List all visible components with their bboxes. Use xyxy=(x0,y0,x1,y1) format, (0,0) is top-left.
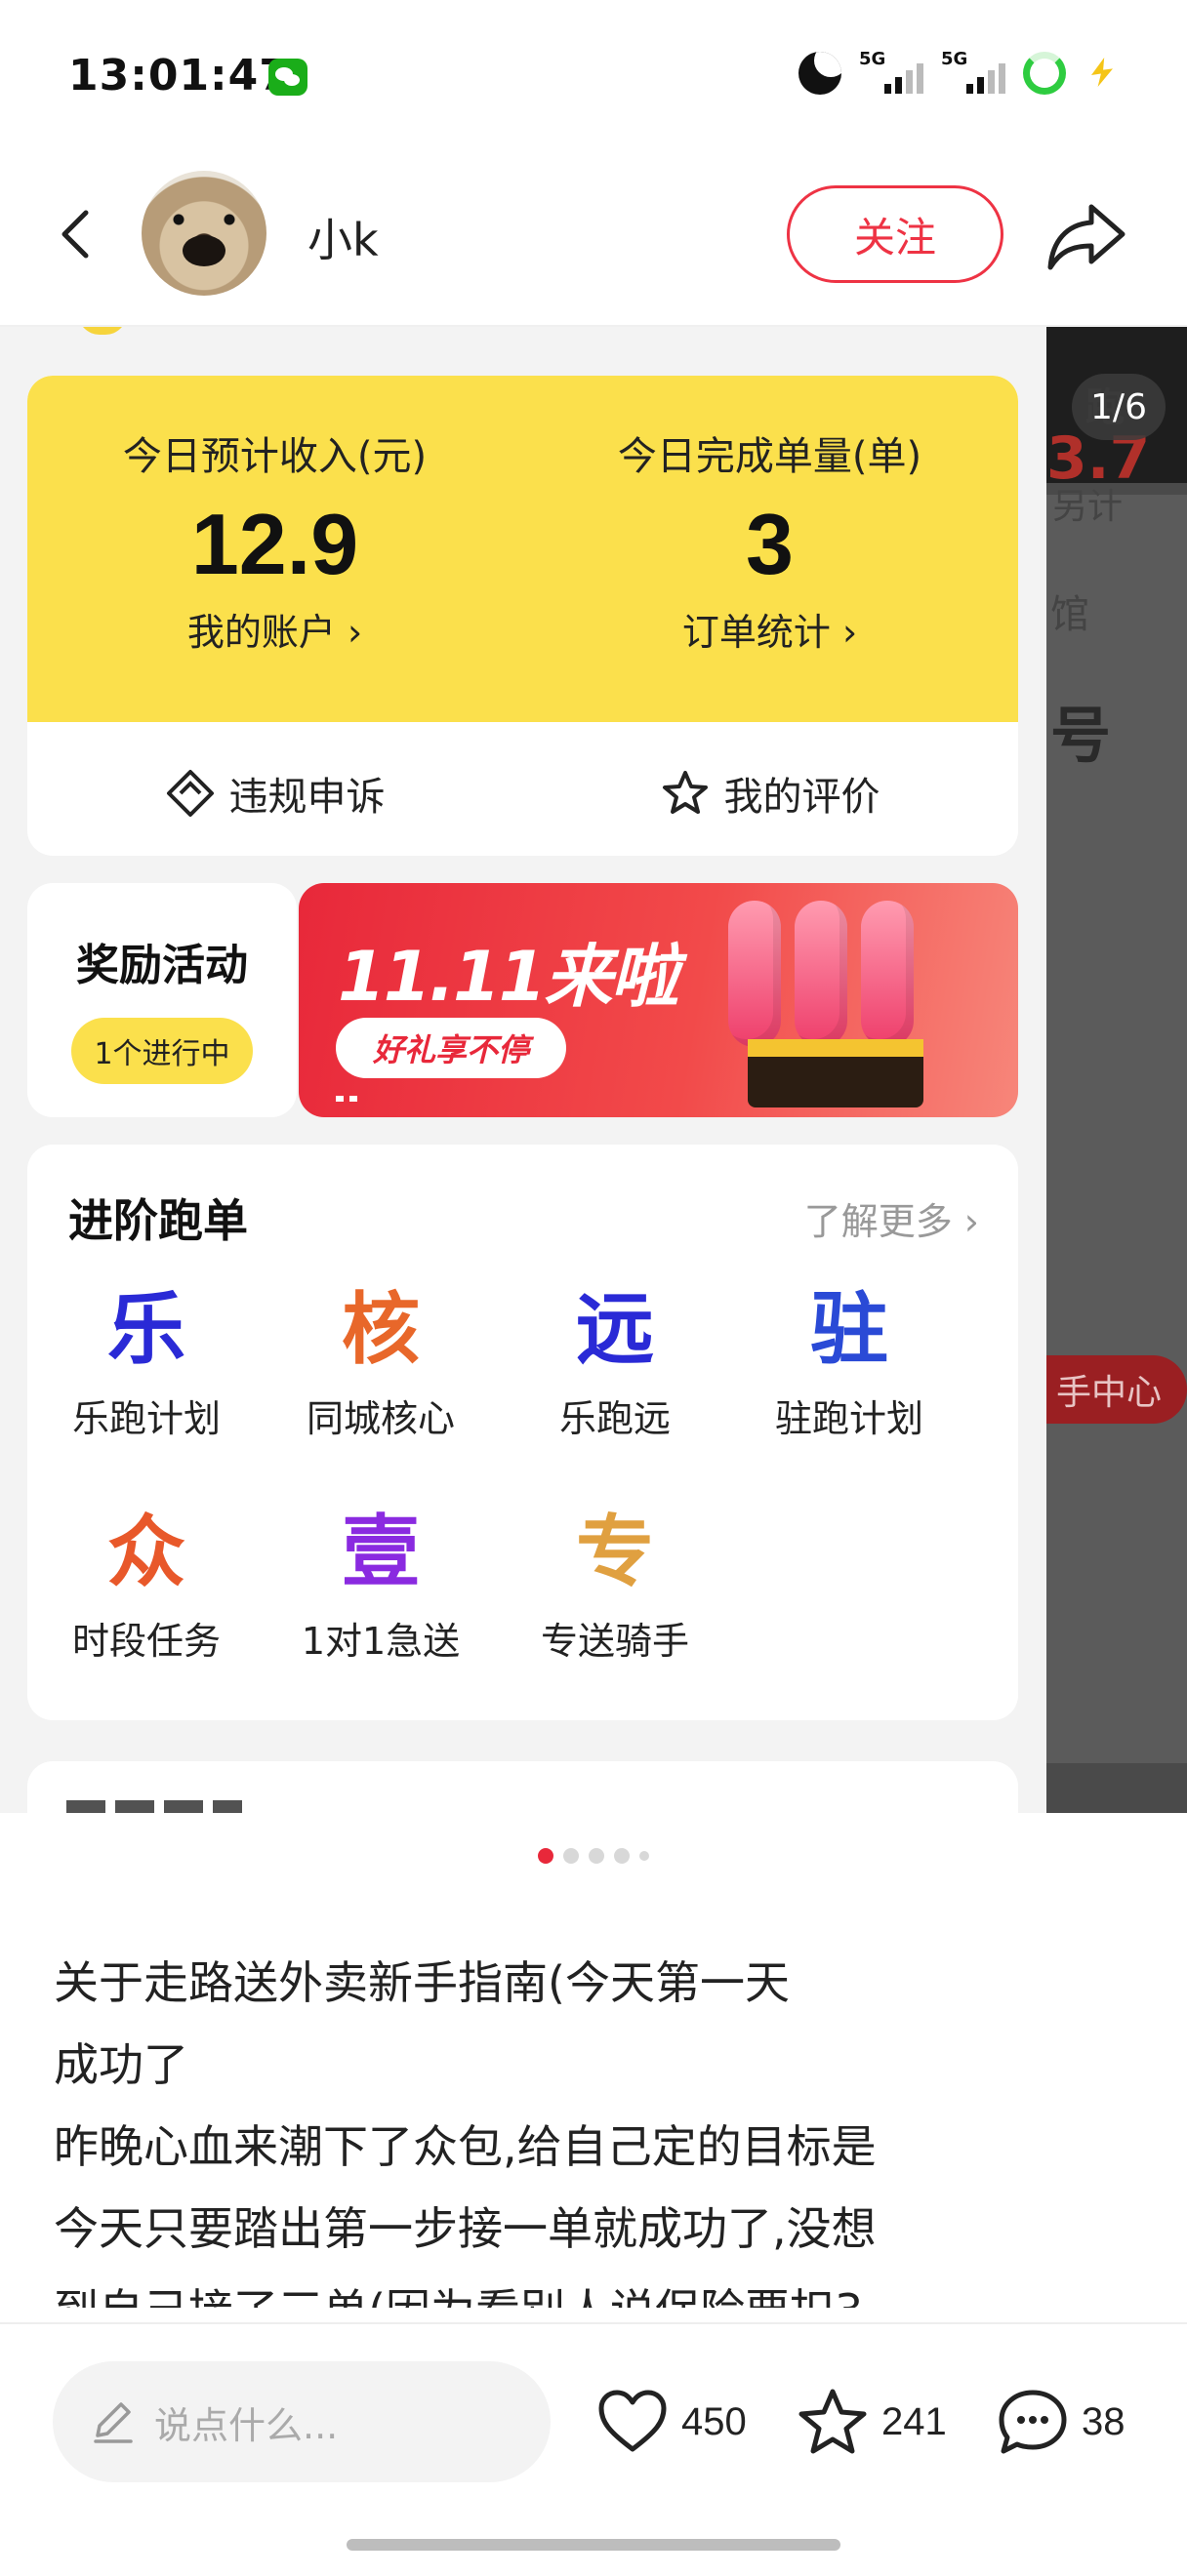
comment-count: 38 xyxy=(1082,2399,1126,2443)
status-icons: 5G 5G xyxy=(798,49,1119,96)
post-header: 小k 关注 xyxy=(0,146,1187,327)
signal-tag-2: 5G xyxy=(941,49,968,69)
advanced-item: 壹 1对1急送 xyxy=(264,1504,498,1665)
back-arrow-icon[interactable] xyxy=(49,205,107,263)
dot-active xyxy=(538,1848,553,1864)
signal-tag: 5G xyxy=(859,49,886,69)
dot xyxy=(589,1848,604,1864)
my-account-link: 我的账户 › xyxy=(186,611,363,654)
advanced-item-icon: 壹 xyxy=(342,1507,420,1597)
star-icon xyxy=(662,771,708,814)
peek-center: 手中心 xyxy=(1046,1355,1187,1424)
balloon-11-icon xyxy=(718,901,953,1047)
promo-banner: 11.11来啦 好礼享不停 xyxy=(299,883,1018,1117)
advanced-item: 远乐跑远 xyxy=(498,1281,732,1442)
dot xyxy=(614,1848,630,1864)
advanced-item-label: 专送骑手 xyxy=(540,1620,689,1663)
follow-button[interactable]: 关注 xyxy=(787,185,1003,283)
reward-badge: 1个进行中 xyxy=(71,1018,253,1084)
reviews-label: 我的评价 xyxy=(723,775,880,820)
advanced-item-icon: 远 xyxy=(576,1284,654,1375)
avatar[interactable] xyxy=(142,171,266,296)
orders-value: 3 xyxy=(746,496,794,592)
signal-icon: 5G xyxy=(859,49,923,96)
favorite-count: 241 xyxy=(881,2399,947,2443)
banner-dots xyxy=(336,1096,375,1102)
advanced-item-label: 同城核心 xyxy=(306,1397,455,1440)
charging-icon xyxy=(1084,52,1119,95)
advanced-item-icon: 专 xyxy=(576,1507,654,1597)
peek-card xyxy=(1046,495,1187,1763)
peek-museum: 馆 xyxy=(1050,592,1089,637)
learn-more-link: 了解更多 › xyxy=(803,1200,979,1243)
comment-bubble-icon xyxy=(999,2390,1067,2454)
status-bar: 13:01:47 5G 5G xyxy=(0,0,1187,146)
next-slide-peek: 跑 3.7 另计 馆 号 手中心 1/6 xyxy=(1046,327,1187,1813)
gift-box-icon xyxy=(748,1039,923,1107)
advanced-orders-card: 进阶跑单 了解更多 › 乐乐跑计划核同城核心远乐跑远驻驻跑计划众时段任务壹 1对1… xyxy=(27,1145,1018,1720)
bottom-action-bar: 说点什么... 450 241 38 xyxy=(0,2322,1187,2576)
income-stat: 今日预计收入(元) 12.9 我的账户 › xyxy=(27,424,522,656)
income-label: 今日预计收入(元) xyxy=(122,434,428,479)
reward-card: 奖励活动 1个进行中 xyxy=(27,883,297,1117)
like-button[interactable]: 450 xyxy=(595,2387,747,2457)
comment-placeholder: 说点什么... xyxy=(154,2403,339,2447)
appeal-action: 违规申诉 xyxy=(27,765,522,822)
dot xyxy=(563,1848,579,1864)
pencil-icon xyxy=(94,2402,133,2443)
home-indicator[interactable] xyxy=(347,2539,840,2551)
advanced-item: 专专送骑手 xyxy=(498,1504,732,1665)
advanced-title: 进阶跑单 xyxy=(68,1194,248,1247)
advanced-item-label: 乐跑远 xyxy=(558,1397,671,1440)
order-stats-link: 订单统计 › xyxy=(681,611,858,654)
advanced-item-icon: 驻 xyxy=(810,1284,888,1375)
banner-subtitle: 好礼享不停 xyxy=(336,1018,566,1078)
advanced-item-icon: 众 xyxy=(107,1507,185,1597)
carousel-slide: 今日预计收入(元) 12.9 我的账户 › 今日完成单量(单) 3 订单统计 ›… xyxy=(0,327,1046,1813)
wechat-notification-icon xyxy=(268,59,307,96)
post-body: 关于走路送外卖新手指南(今天第一天 成功了 昨晚心血来潮下了众包,给自己定的目标… xyxy=(54,1956,877,2308)
reviews-action: 我的评价 xyxy=(522,765,1017,822)
signal-icon-2: 5G xyxy=(941,49,1005,96)
advanced-item: 核同城核心 xyxy=(264,1281,498,1442)
banner-title: 11.11来啦 xyxy=(338,937,678,1017)
username[interactable]: 小k xyxy=(307,205,379,269)
advanced-item-label: 时段任务 xyxy=(71,1620,221,1663)
advanced-item-icon: 核 xyxy=(342,1284,420,1375)
orders-label: 今日完成单量(单) xyxy=(617,434,922,479)
dot xyxy=(639,1851,649,1861)
heart-icon xyxy=(598,2390,667,2452)
actions-row: 违规申诉 我的评价 xyxy=(27,722,1018,856)
do-not-disturb-icon xyxy=(798,52,841,95)
decoration xyxy=(78,327,127,335)
appeal-icon xyxy=(166,770,214,817)
advanced-item-label: 驻跑计划 xyxy=(774,1397,923,1440)
like-count: 450 xyxy=(681,2399,747,2443)
share-icon[interactable] xyxy=(1044,197,1128,275)
peek-hao: 号 xyxy=(1050,700,1112,771)
carousel-dots xyxy=(0,1844,1187,1868)
reward-title: 奖励活动 xyxy=(76,941,248,990)
income-value: 12.9 xyxy=(190,496,359,592)
advanced-item: 驻驻跑计划 xyxy=(732,1281,966,1442)
next-card xyxy=(27,1761,1018,1813)
star-icon xyxy=(798,2389,867,2454)
page-indicator: 1/6 xyxy=(1072,374,1166,440)
earnings-card: 今日预计收入(元) 12.9 我的账户 › 今日完成单量(单) 3 订单统计 ›… xyxy=(27,376,1018,856)
battery-icon xyxy=(1023,52,1066,95)
appeal-label: 违规申诉 xyxy=(228,775,386,820)
advanced-item: 乐乐跑计划 xyxy=(29,1281,264,1442)
next-card-title-fragment xyxy=(66,1800,242,1813)
comment-button[interactable]: 38 xyxy=(996,2387,1126,2457)
advanced-item-label: 1对1急送 xyxy=(301,1620,461,1663)
status-time: 13:01:47 xyxy=(68,51,290,101)
advanced-item-icon: 乐 xyxy=(107,1284,185,1375)
orders-stat: 今日完成单量(单) 3 订单统计 › xyxy=(522,424,1017,656)
advanced-item-label: 乐跑计划 xyxy=(71,1397,221,1440)
comment-input[interactable]: 说点什么... xyxy=(53,2361,551,2482)
image-carousel[interactable]: 今日预计收入(元) 12.9 我的账户 › 今日完成单量(单) 3 订单统计 ›… xyxy=(0,327,1187,1813)
advanced-item: 众时段任务 xyxy=(29,1504,264,1665)
favorite-button[interactable]: 241 xyxy=(796,2387,947,2457)
peek-sub: 另计 xyxy=(1052,487,1124,527)
